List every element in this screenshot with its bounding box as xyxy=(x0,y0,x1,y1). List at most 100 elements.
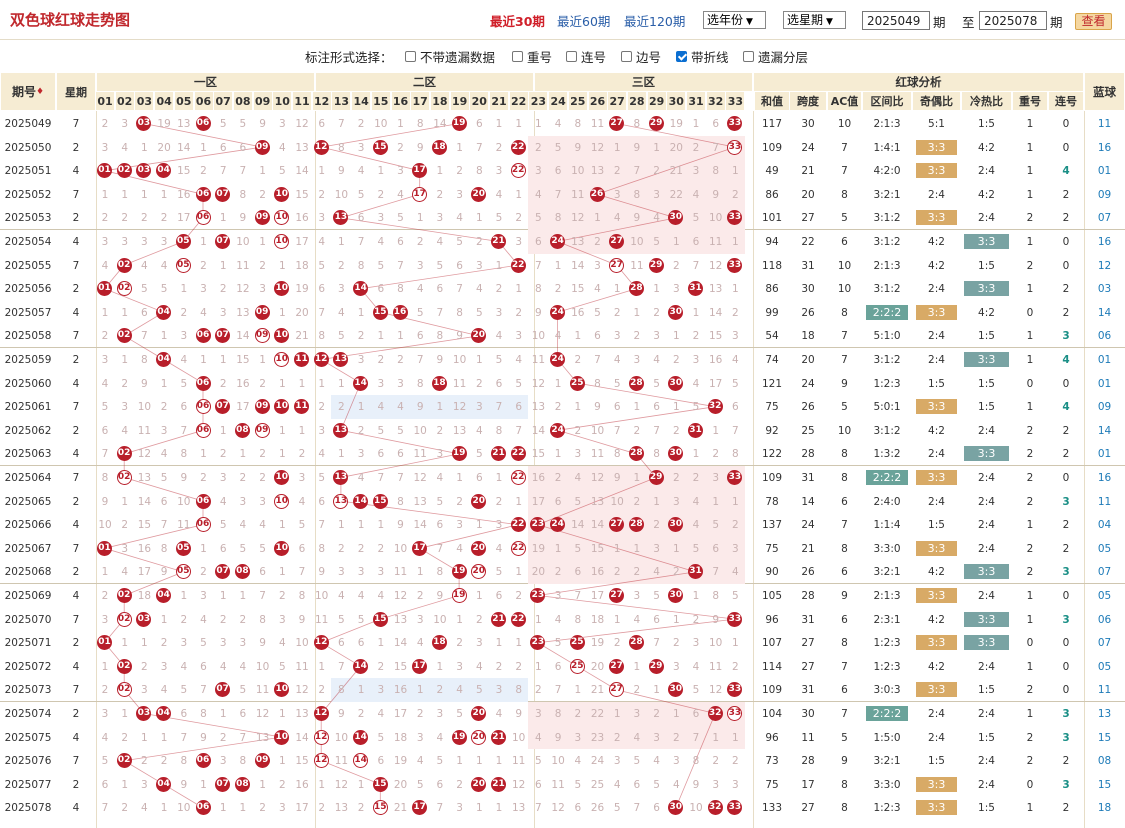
zone-value: 1:2:3 xyxy=(873,660,901,673)
miss-count: 11 xyxy=(393,566,408,579)
blue-ball-number: 09 xyxy=(1097,401,1112,414)
miss-count: 5 xyxy=(436,755,444,768)
miss-count: 10 xyxy=(374,118,388,130)
miss-count: 4 xyxy=(239,519,247,532)
red-ball: 13 xyxy=(333,422,349,438)
miss-count: 3 xyxy=(475,259,483,272)
miss-count: 3 xyxy=(357,448,365,461)
miss-count: 7 xyxy=(515,424,523,437)
zone-header: 二区 xyxy=(315,72,534,92)
con-value: 0 xyxy=(1062,637,1070,650)
miss-count: 9 xyxy=(101,495,109,508)
weekday: 2 xyxy=(72,566,80,579)
zone-ratio-badge: 2:2:2 xyxy=(866,304,908,320)
miss-count: 12 xyxy=(393,590,408,602)
miss-count: 3 xyxy=(456,802,463,815)
red-ball: 09 xyxy=(254,139,270,155)
miss-count: 2 xyxy=(180,613,188,626)
zone-value: 3:1:2 xyxy=(873,212,901,225)
miss-count: 12 xyxy=(571,212,585,225)
miss-count: 1 xyxy=(515,495,523,508)
sum-value: 107 xyxy=(761,637,783,650)
issue-number: 2025077 xyxy=(4,778,52,791)
miss-count: 5 xyxy=(495,566,503,579)
miss-count: 5 xyxy=(239,118,247,130)
issue-number: 2025073 xyxy=(4,684,52,697)
miss-count: 3 xyxy=(357,566,365,579)
miss-count: 3 xyxy=(692,354,700,366)
miss-count: 1 xyxy=(574,684,582,697)
miss-count: 1 xyxy=(515,637,523,650)
red-ball: 19 xyxy=(451,564,467,580)
red-ball: 19 xyxy=(451,116,467,131)
sum-value: 121 xyxy=(761,377,783,390)
ac-value: 10 xyxy=(837,283,852,296)
red-ball: 03 xyxy=(136,611,152,627)
red-ball: 22 xyxy=(510,540,526,556)
miss-count: 10 xyxy=(334,731,349,744)
red-ball: 02 xyxy=(116,328,132,344)
con-value: 2 xyxy=(1062,306,1070,319)
miss-count: 3 xyxy=(278,118,286,130)
miss-count: 1 xyxy=(495,472,503,484)
miss-count: 2 xyxy=(554,566,562,579)
miss-count: 18 xyxy=(393,731,408,744)
miss-count: 8 xyxy=(436,566,444,579)
miss-count: 8 xyxy=(436,330,444,343)
red-ball: 33 xyxy=(727,257,743,273)
number-col-header: 32 xyxy=(705,91,726,111)
oe-value: 2:4 xyxy=(928,448,945,461)
miss-count: 5 xyxy=(200,637,207,650)
blue-ball-number: 15 xyxy=(1097,731,1112,744)
red-ball: 26 xyxy=(589,186,605,202)
hc-value: 2:4 xyxy=(978,472,995,484)
miss-count: 1 xyxy=(495,755,503,768)
miss-count: 16 xyxy=(590,566,605,579)
issue-header[interactable]: 期号 ♦ xyxy=(0,72,56,111)
miss-count: 3 xyxy=(633,590,641,602)
miss-count: 6 xyxy=(554,495,562,508)
red-ball: 10 xyxy=(274,399,290,415)
hot-cold-badge: 3:3 xyxy=(964,446,1009,462)
miss-count: 1 xyxy=(200,448,207,461)
miss-count: 16 xyxy=(393,684,408,697)
red-ball: 10 xyxy=(274,281,290,297)
weekday: 7 xyxy=(72,755,80,768)
sort-icon[interactable]: ♦ xyxy=(36,87,44,97)
miss-count: 5 xyxy=(732,377,739,390)
miss-count: 3 xyxy=(357,354,365,366)
miss-count: 7 xyxy=(357,236,365,248)
rep-value: 2 xyxy=(1026,684,1034,697)
miss-count: 6 xyxy=(219,542,227,555)
miss-count: 2 xyxy=(495,495,503,508)
red-ball: 13 xyxy=(333,470,349,485)
miss-count: 4 xyxy=(692,495,700,508)
miss-count: 6 xyxy=(219,141,227,154)
miss-count: 12 xyxy=(531,377,546,390)
miss-count: 1 xyxy=(416,566,424,579)
zone-value: 3:2:1 xyxy=(873,755,901,768)
miss-count: 1 xyxy=(613,283,621,296)
con-value: 0 xyxy=(1062,590,1070,602)
miss-count: 7 xyxy=(298,566,306,579)
rep-value: 2 xyxy=(1026,212,1034,225)
miss-count: 4 xyxy=(692,660,700,673)
miss-count: 18 xyxy=(590,613,605,626)
zone-value: 2:1:3 xyxy=(873,590,901,602)
miss-count: 1 xyxy=(357,519,365,532)
number-col-header: 20 xyxy=(469,91,490,111)
hot-cold-badge: 3:3 xyxy=(964,281,1009,297)
miss-count: 2 xyxy=(397,354,404,366)
miss-count: 9 xyxy=(338,165,345,178)
miss-count: 8 xyxy=(712,165,720,178)
miss-count: 2 xyxy=(357,542,365,555)
weekday: 2 xyxy=(72,495,80,508)
zone-value: 5:0:1 xyxy=(873,401,901,414)
miss-count: 5 xyxy=(475,684,483,697)
red-ball: 20 xyxy=(471,540,487,556)
miss-count: 2 xyxy=(121,212,129,225)
red-ball: 24 xyxy=(550,234,566,249)
red-ball: 17 xyxy=(412,800,428,816)
miss-count: 4 xyxy=(574,755,582,768)
miss-count: 7 xyxy=(259,590,266,602)
